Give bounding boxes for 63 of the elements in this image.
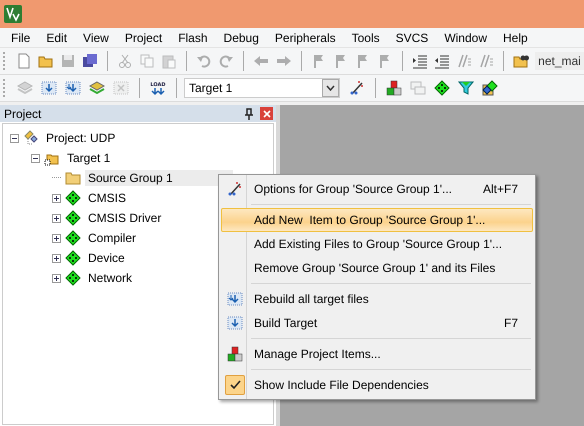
indent-icon[interactable] [412,53,428,69]
panel-title: Project [4,106,42,120]
expand-icon[interactable] [52,234,61,242]
context-menu-item[interactable]: Build Target F7 [221,311,533,335]
expand-icon[interactable] [52,214,61,222]
context-menu-item[interactable]: Rebuild all target files [221,287,533,311]
menu-item[interactable]: Flash [170,30,216,46]
tree-item[interactable]: Target 1 [64,150,114,166]
tree-item[interactable]: CMSIS Driver [85,210,164,226]
menu-item[interactable]: Edit [38,30,76,46]
menu-item[interactable]: SVCS [388,30,436,46]
diamond-icon [65,190,81,206]
new-file-icon[interactable] [16,53,32,69]
tree-item[interactable]: CMSIS [85,190,130,206]
save-all-icon[interactable] [82,53,98,69]
rebuild-icon[interactable] [65,80,81,96]
pin-icon[interactable] [244,108,254,120]
diamond-icon [65,250,81,266]
tree-item[interactable]: Device [85,250,128,266]
tree-item[interactable]: Source Group 1 [85,170,233,186]
menu-item[interactable]: View [75,30,117,46]
build-icon [227,315,243,331]
diamonds-icon[interactable] [482,80,498,96]
file-name-field[interactable]: net_mai [535,52,584,70]
context-menu-item[interactable]: Add Existing Files to Group 'Source Group 1'... [221,232,533,256]
wand-icon[interactable] [349,80,365,96]
context-menu-item[interactable]: Manage Project Items... [221,342,533,366]
diamond-icon[interactable] [434,80,450,96]
expand-icon[interactable] [52,194,61,202]
menu-item[interactable]: Project [116,30,170,46]
tree-item[interactable]: Project: UDP [43,130,118,146]
tree-item[interactable]: Network [85,270,136,286]
outdent-icon[interactable] [434,53,450,69]
diamond-icon [65,230,81,246]
menu-item[interactable]: File [3,30,38,46]
folder-binoculars-icon[interactable] [513,53,530,69]
project-icon [23,130,39,146]
close-button[interactable] [260,107,273,120]
collapse-icon[interactable] [31,154,40,162]
context-menu-item[interactable]: Show Include File Dependencies [221,373,533,397]
menu-item[interactable]: Debug [216,30,267,46]
build-icon[interactable] [41,80,57,96]
menu-item[interactable]: Window [436,30,495,46]
expand-icon[interactable] [52,254,61,262]
tree-item[interactable]: Compiler [85,230,140,246]
context-menu-item[interactable]: Add New Item to Group 'Source Group 1'... [221,208,533,232]
funnel-icon[interactable] [458,80,474,96]
wand-icon [227,181,243,197]
rebuild-icon [227,291,243,307]
blocks-icon[interactable] [386,80,402,96]
menu-item[interactable]: Peripherals [266,30,344,46]
app-logo-icon [4,5,22,23]
folder-icon [65,170,81,186]
diamond-icon [65,210,81,226]
menu-item[interactable]: Help [495,30,536,46]
diamond-icon [65,270,81,286]
collapse-icon[interactable] [10,134,19,142]
context-menu-item[interactable]: Remove Group 'Source Group 1' and its Files [221,256,533,280]
expand-icon[interactable] [52,274,61,282]
stack-icon[interactable] [89,80,105,96]
menu-item[interactable]: Tools [344,30,388,46]
target-select[interactable]: Target 1 [184,78,340,98]
blocks-icon [227,346,243,362]
